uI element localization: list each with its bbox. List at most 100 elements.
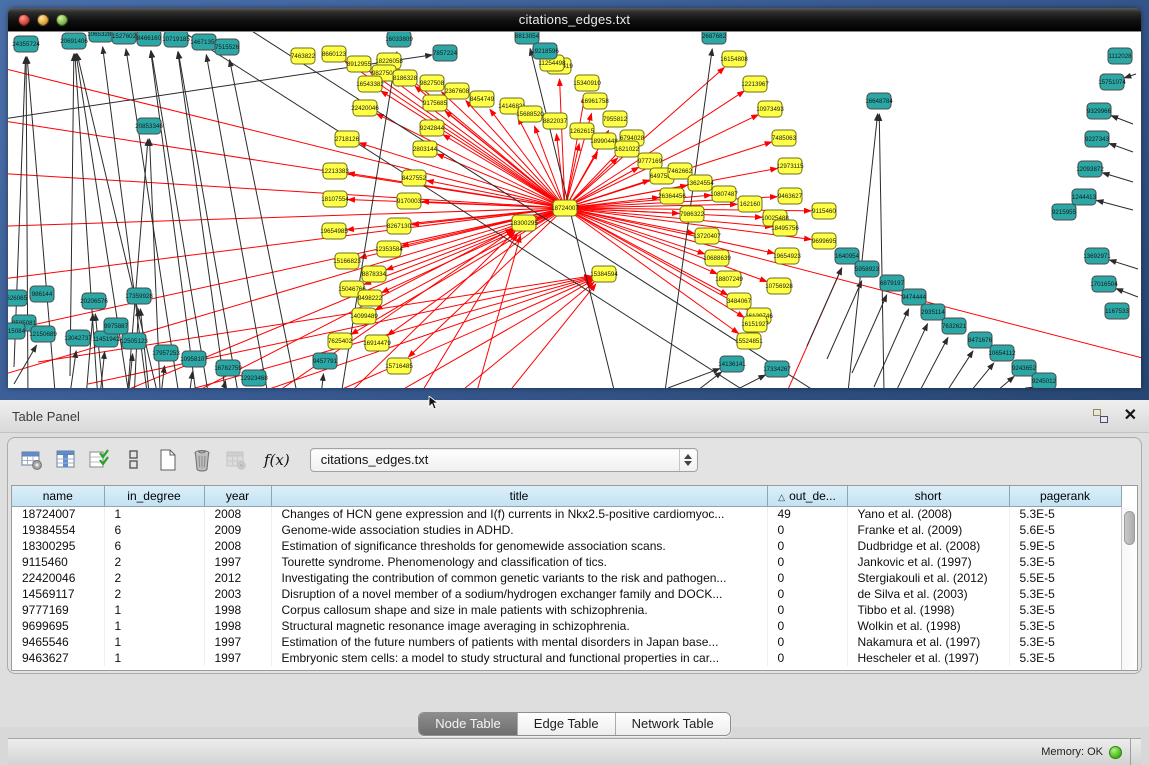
new-table-icon[interactable]: [154, 447, 182, 473]
delete-table-icon[interactable]: [188, 447, 216, 473]
graph-node[interactable]: 2367608: [445, 83, 470, 99]
cell-short[interactable]: Wolkin et al. (1998): [847, 618, 1009, 634]
table-row[interactable]: 977716911998Corpus callosum shape and si…: [12, 602, 1121, 618]
column-header-name[interactable]: name: [12, 486, 104, 506]
column-header-pagerank[interactable]: pagerank: [1009, 486, 1121, 506]
cell-out_de[interactable]: 0: [767, 602, 847, 618]
cell-title[interactable]: Disruption of a novel member of a sodium…: [271, 586, 767, 602]
scrollbar-thumb[interactable]: [1124, 511, 1135, 545]
graph-edge[interactable]: [668, 369, 720, 388]
table-row[interactable]: 969969511998Structural magnetic resonanc…: [12, 618, 1121, 634]
graph-node[interactable]: 8813054: [515, 32, 540, 44]
graph-node[interactable]: 2687682: [702, 32, 727, 44]
graph-node[interactable]: 15716485: [385, 358, 413, 374]
graph-edge[interactable]: [26, 57, 28, 388]
cell-name[interactable]: 18300295: [12, 538, 104, 554]
cell-year[interactable]: 1998: [204, 602, 271, 618]
graph-node[interactable]: 1112028: [1108, 48, 1132, 64]
table-selector-dropdown[interactable]: citations_edges.txt: [310, 448, 698, 472]
cell-name[interactable]: 19384554: [12, 522, 104, 538]
graph-node[interactable]: 7632621: [942, 318, 967, 334]
cell-year[interactable]: 1997: [204, 650, 271, 666]
cell-title[interactable]: Structural magnetic resonance image aver…: [271, 618, 767, 634]
graph-node[interactable]: 9777169: [638, 153, 663, 169]
cell-year[interactable]: 1997: [204, 634, 271, 650]
graph-node[interactable]: 8186328: [393, 70, 418, 86]
graph-node[interactable]: 12973115: [776, 158, 804, 174]
graph-node[interactable]: 9170003: [397, 193, 422, 209]
graph-node[interactable]: 16782759: [214, 360, 242, 376]
cell-title[interactable]: Estimation of the future numbers of pati…: [271, 634, 767, 650]
graph-node[interactable]: 15524851: [735, 333, 763, 349]
graph-edge[interactable]: [940, 351, 973, 388]
graph-node[interactable]: 24355724: [12, 36, 40, 52]
graph-node[interactable]: 2626065: [8, 290, 28, 306]
tab-edge-table[interactable]: Edge Table: [517, 713, 615, 735]
select-rows-icon[interactable]: [86, 447, 114, 473]
cell-name[interactable]: 9465546: [12, 634, 104, 650]
graph-node[interactable]: 16914479: [363, 335, 391, 351]
graph-node[interactable]: 7625402: [328, 333, 353, 349]
cell-out_de[interactable]: 0: [767, 618, 847, 634]
cell-in_degree[interactable]: 6: [104, 538, 204, 554]
cell-short[interactable]: Hescheler et al. (1997): [847, 650, 1009, 666]
cell-year[interactable]: 2012: [204, 570, 271, 586]
graph-node[interactable]: 19654923: [773, 248, 801, 264]
cell-pagerank[interactable]: 5.3E-5: [1009, 506, 1121, 522]
graph-node[interactable]: 10756928: [765, 278, 793, 294]
graph-edge[interactable]: [359, 143, 565, 208]
cell-pagerank[interactable]: 5.3E-5: [1009, 650, 1121, 666]
cell-out_de[interactable]: 0: [767, 586, 847, 602]
cell-out_de[interactable]: 0: [767, 522, 847, 538]
tab-network-table[interactable]: Network Table: [615, 713, 730, 735]
table-row[interactable]: 2242004622012Investigating the contribut…: [12, 570, 1121, 586]
graph-edge[interactable]: [1102, 173, 1133, 182]
graph-node[interactable]: 2803144: [413, 141, 438, 157]
cell-in_degree[interactable]: 1: [104, 650, 204, 666]
graph-node[interactable]: 9245012: [1032, 373, 1057, 388]
graph-node[interactable]: 1244413: [1072, 189, 1097, 205]
graph-edge[interactable]: [1109, 143, 1133, 152]
network-graph[interactable]: 1872400718300295153845948660123891295518…: [8, 32, 1141, 388]
graph-node[interactable]: 7986322: [680, 206, 705, 222]
graph-node[interactable]: 17016504: [1090, 276, 1118, 292]
cell-short[interactable]: Jankovic et al. (1997): [847, 554, 1009, 570]
graph-node[interactable]: 8878334: [362, 266, 387, 282]
cell-name[interactable]: 14569117: [12, 586, 104, 602]
table-row[interactable]: 1456911722003Disruption of a novel membe…: [12, 586, 1121, 602]
table-scrollbar[interactable]: [1121, 507, 1137, 670]
graph-node[interactable]: 1167533: [1105, 303, 1129, 319]
cell-pagerank[interactable]: 5.3E-5: [1009, 554, 1121, 570]
cell-title[interactable]: Investigating the contribution of common…: [271, 570, 767, 586]
graph-node[interactable]: 17334267: [763, 361, 791, 377]
graph-node[interactable]: 18107554: [321, 191, 349, 207]
cell-short[interactable]: Nakamura et al. (1997): [847, 634, 1009, 650]
cell-pagerank[interactable]: 5.3E-5: [1009, 586, 1121, 602]
cell-short[interactable]: de Silva et al. (2003): [847, 586, 1009, 602]
dropdown-stepper-icon[interactable]: [679, 449, 697, 471]
cell-short[interactable]: Dudbridge et al. (2008): [847, 538, 1009, 554]
window-titlebar[interactable]: citations_edges.txt: [8, 8, 1141, 31]
cell-short[interactable]: Stergiakouli et al. (2012): [847, 570, 1009, 586]
graph-node[interactable]: 7485063: [772, 130, 797, 146]
graph-node[interactable]: 9115460: [812, 203, 836, 219]
graph-node[interactable]: 16648784: [865, 93, 893, 109]
cell-title[interactable]: Genome-wide association studies in ADHD.: [271, 522, 767, 538]
cell-year[interactable]: 1998: [204, 618, 271, 634]
memory-status-icon[interactable]: [1109, 746, 1122, 759]
cell-out_de[interactable]: 0: [767, 650, 847, 666]
graph-node[interactable]: 22420046: [351, 100, 379, 116]
cell-pagerank[interactable]: 5.3E-5: [1009, 602, 1121, 618]
table-row[interactable]: 946362711997Embryonic stem cells: a mode…: [12, 650, 1121, 666]
graph-node[interactable]: 6879197: [880, 275, 905, 291]
cell-in_degree[interactable]: 1: [104, 506, 204, 522]
graph-edge[interactable]: [1109, 260, 1138, 269]
graph-node[interactable]: 18495756: [771, 220, 799, 236]
cell-title[interactable]: Tourette syndrome. Phenomenology and cla…: [271, 554, 767, 570]
graph-node[interactable]: 10654112: [988, 345, 1016, 361]
graph-node[interactable]: 10807487: [710, 186, 738, 202]
show-columns-icon[interactable]: [52, 447, 80, 473]
network-canvas[interactable]: 1872400718300295153845948660123891295518…: [8, 31, 1141, 388]
graph-node[interactable]: 9975887: [104, 318, 129, 334]
tab-node-table[interactable]: Node Table: [419, 713, 517, 735]
